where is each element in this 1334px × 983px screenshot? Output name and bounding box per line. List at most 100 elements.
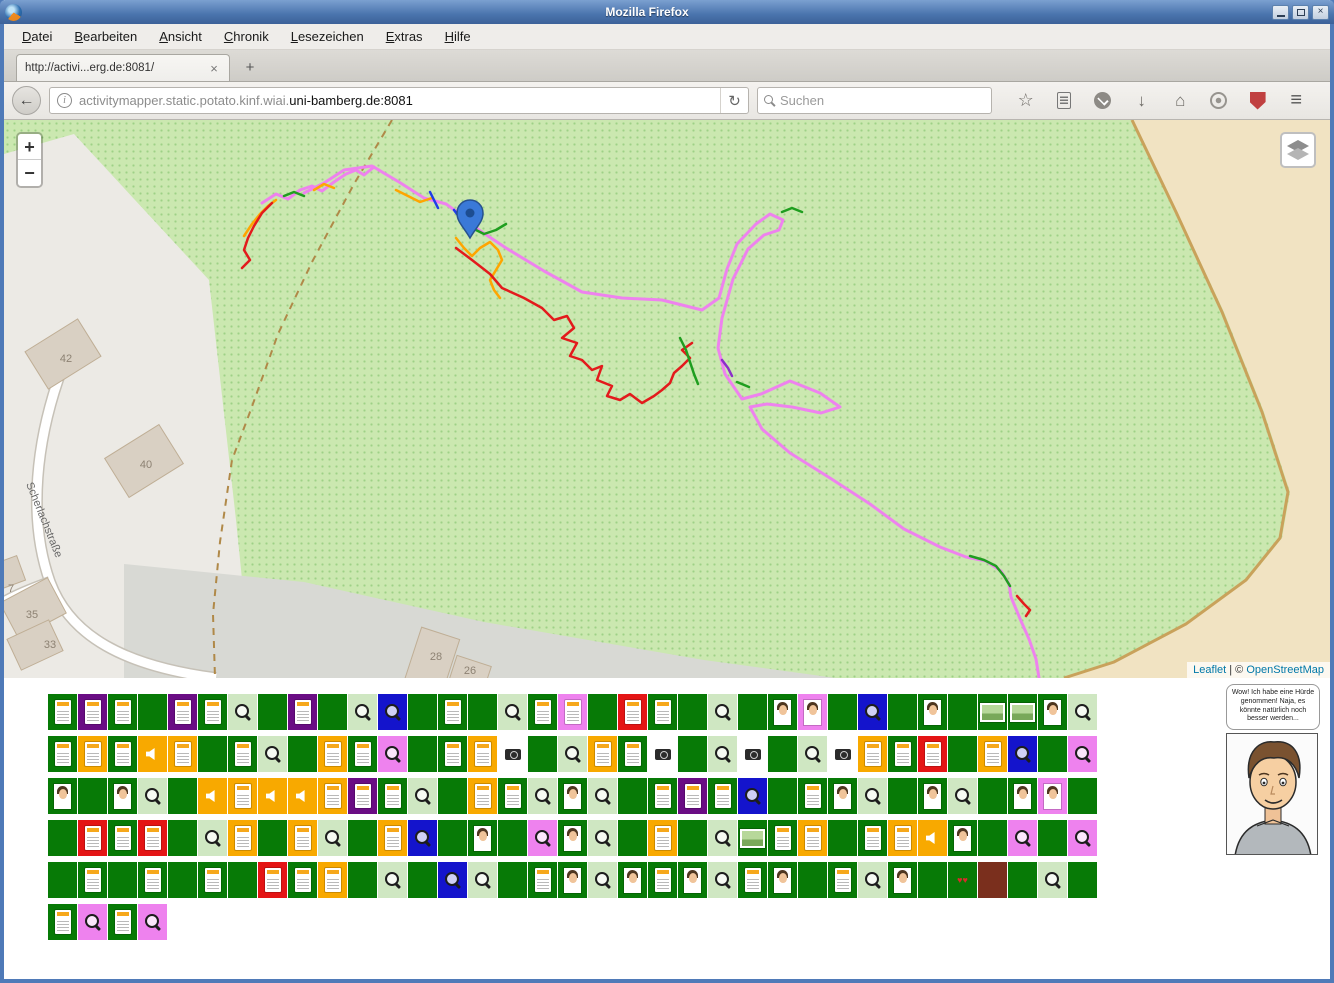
timeline-tile-portrait-green[interactable] — [558, 778, 587, 814]
search-input[interactable] — [780, 93, 985, 108]
timeline-tile-card-red[interactable] — [618, 694, 647, 730]
timeline-tile-card-green[interactable] — [288, 862, 317, 898]
timeline-tile-card-red[interactable] — [258, 862, 287, 898]
timeline-tile-portrait-green[interactable] — [888, 862, 917, 898]
timeline-tile-card-orange[interactable] — [318, 862, 347, 898]
timeline-tile-card-green[interactable] — [108, 736, 137, 772]
timeline-tile-green-blank[interactable] — [1008, 862, 1037, 898]
zoom-in-button[interactable]: + — [18, 134, 41, 160]
timeline-tile-card-pink[interactable] — [558, 694, 587, 730]
timeline-tile-speaker-orange[interactable] — [138, 736, 167, 772]
timeline-tile-green-blank[interactable] — [948, 736, 977, 772]
timeline-tile-portrait-green[interactable] — [1008, 778, 1037, 814]
timeline-tile-card-green[interactable] — [648, 778, 677, 814]
search-bar[interactable] — [757, 87, 992, 114]
timeline-tile-map-magnifier[interactable] — [528, 778, 557, 814]
timeline-tile-card-green[interactable] — [198, 862, 227, 898]
timeline-tile-card-purple[interactable] — [78, 694, 107, 730]
timeline-tile-green-blank[interactable] — [678, 820, 707, 856]
timeline-tile-card-orange[interactable] — [288, 820, 317, 856]
timeline-tile-green-blank[interactable] — [288, 736, 317, 772]
minimize-button[interactable] — [1272, 5, 1289, 20]
timeline-tile-portrait-green[interactable] — [108, 778, 137, 814]
timeline-tile-card-purple[interactable] — [288, 694, 317, 730]
timeline-tile-map-magnifier[interactable] — [498, 694, 527, 730]
ublock-shield-icon[interactable] — [1245, 88, 1271, 114]
timeline-tile-green-blank[interactable] — [918, 862, 947, 898]
timeline-tile-map-magnifier[interactable] — [138, 778, 167, 814]
timeline-tile-green-blank[interactable] — [738, 694, 767, 730]
timeline-tile-photo[interactable] — [1008, 694, 1037, 730]
timeline-tile-card-orange[interactable] — [588, 736, 617, 772]
close-button[interactable]: × — [1312, 5, 1329, 20]
timeline-tile-card-green[interactable] — [828, 862, 857, 898]
bookmarks-list-icon[interactable] — [1051, 88, 1077, 114]
timeline-tile-magnifier-blue[interactable] — [378, 694, 407, 730]
pocket-icon[interactable] — [1090, 88, 1116, 114]
timeline-tile-map-magnifier[interactable] — [258, 736, 287, 772]
timeline-tile-card-green[interactable] — [48, 694, 77, 730]
timeline-tile-card-green[interactable] — [378, 778, 407, 814]
timeline-tile-map-magnifier[interactable] — [588, 778, 617, 814]
reload-button[interactable]: ↻ — [720, 88, 748, 113]
timeline-tile-card-orange[interactable] — [78, 736, 107, 772]
timeline-tile-card-orange[interactable] — [888, 820, 917, 856]
timeline-tile-card-green[interactable] — [528, 862, 557, 898]
timeline-tile-green-blank[interactable] — [1038, 736, 1067, 772]
timeline-tile-green-blank[interactable] — [768, 778, 797, 814]
fingerprint-addon-icon[interactable] — [1206, 88, 1232, 114]
timeline-tile-portrait-pink[interactable] — [1038, 778, 1067, 814]
timeline-tile-map-magnifier[interactable] — [708, 736, 737, 772]
timeline-tile-portrait-pink[interactable] — [798, 694, 827, 730]
timeline-tile-map-magnifier[interactable] — [588, 820, 617, 856]
timeline-tile-green-blank[interactable] — [258, 820, 287, 856]
timeline-tile-card-red[interactable] — [78, 820, 107, 856]
timeline-tile-card-orange[interactable] — [168, 736, 197, 772]
timeline-tile-camera-white[interactable] — [648, 736, 677, 772]
zoom-out-button[interactable]: − — [18, 160, 41, 186]
new-tab-button[interactable]: + — [236, 57, 264, 79]
timeline-tile-card-green[interactable] — [48, 736, 77, 772]
timeline-tile-magnifier-blue[interactable] — [858, 694, 887, 730]
timeline-tile-card-green[interactable] — [438, 736, 467, 772]
timeline-tile-hearts[interactable]: ♥♥ — [948, 862, 977, 898]
timeline-tile-speaker-orange[interactable] — [258, 778, 287, 814]
timeline-tile-card-orange[interactable] — [978, 736, 1007, 772]
leaflet-link[interactable]: Leaflet — [1193, 664, 1226, 676]
timeline-tile-card-green[interactable] — [528, 694, 557, 730]
timeline-tile-portrait-green[interactable] — [678, 862, 707, 898]
timeline-tile-magnifier-pink[interactable] — [528, 820, 557, 856]
url-bar[interactable]: i activitymapper.static.potato.kinf.wiai… — [49, 87, 749, 114]
timeline-tile-card-purple[interactable] — [168, 694, 197, 730]
timeline-tile-map-magnifier[interactable] — [228, 694, 257, 730]
timeline-tile-card-orange[interactable] — [468, 778, 497, 814]
map-container[interactable]: 4240353328267Scherlachstraße + − Leaflet… — [4, 120, 1330, 678]
timeline-tile-green-blank[interactable] — [528, 736, 557, 772]
timeline-tile-green-blank[interactable] — [798, 862, 827, 898]
timeline-tile-card-orange[interactable] — [468, 736, 497, 772]
timeline-tile-map-magnifier[interactable] — [708, 820, 737, 856]
timeline-tile-green-blank[interactable] — [948, 694, 977, 730]
timeline-tile-speaker-orange[interactable] — [288, 778, 317, 814]
timeline-tile-green-blank[interactable] — [198, 736, 227, 772]
timeline-tile-portrait-green[interactable] — [918, 694, 947, 730]
bookmark-star-icon[interactable]: ☆ — [1013, 88, 1039, 114]
timeline-tile-green-blank[interactable] — [678, 694, 707, 730]
timeline-tile-card-green[interactable] — [108, 820, 137, 856]
timeline-tile-green-blank[interactable] — [828, 694, 857, 730]
timeline-tile-card-green[interactable] — [858, 820, 887, 856]
timeline-tile-green-blank[interactable] — [618, 778, 647, 814]
timeline-tile-green-blank[interactable] — [438, 820, 467, 856]
timeline-tile-green-blank[interactable] — [1038, 820, 1067, 856]
timeline-tile-card-green[interactable] — [108, 694, 137, 730]
timeline-tile-green-blank[interactable] — [78, 778, 107, 814]
timeline-tile-card-green[interactable] — [708, 778, 737, 814]
timeline-tile-camera-white[interactable] — [498, 736, 527, 772]
timeline-tile-map-magnifier[interactable] — [408, 778, 437, 814]
timeline-tile-card-red[interactable] — [138, 820, 167, 856]
timeline-tile-card-purple[interactable] — [678, 778, 707, 814]
hamburger-menu-icon[interactable]: ≡ — [1283, 88, 1309, 114]
timeline-tile-green-blank[interactable] — [108, 862, 137, 898]
timeline-tile-magnifier-pink[interactable] — [1008, 820, 1037, 856]
timeline-tile-card-green[interactable] — [48, 904, 77, 940]
